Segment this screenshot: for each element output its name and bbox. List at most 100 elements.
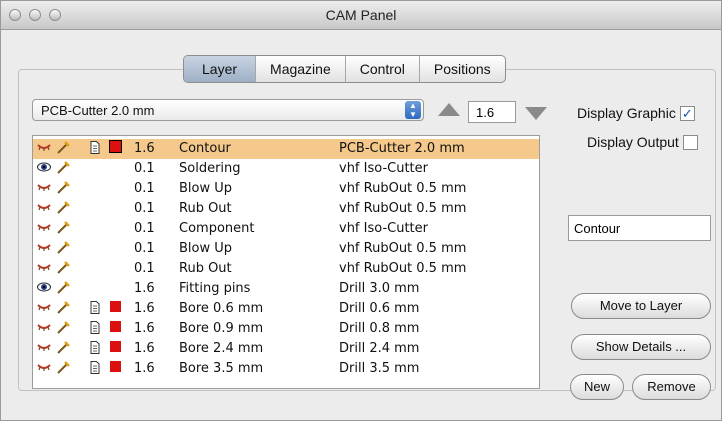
- eye-closed-icon[interactable]: [37, 301, 51, 311]
- display-output-row: Display Output: [587, 134, 698, 150]
- wand-icon[interactable]: [56, 341, 70, 354]
- machine-select[interactable]: PCB-Cutter 2.0 mm ▲ ▼: [32, 99, 424, 121]
- layer-color-swatch[interactable]: [110, 361, 121, 372]
- new-button[interactable]: New: [570, 374, 624, 400]
- layer-row[interactable]: 0.1 Blow Up vhf RubOut 0.5 mm: [33, 179, 539, 199]
- eye-closed-icon[interactable]: [37, 201, 51, 211]
- layer-name: Fitting pins: [179, 281, 251, 296]
- eye-open-icon[interactable]: [37, 281, 51, 292]
- tab-magazine[interactable]: Magazine: [256, 56, 346, 82]
- eye-closed-icon[interactable]: [37, 341, 51, 351]
- document-icon[interactable]: [90, 361, 100, 374]
- machine-select-value: PCB-Cutter 2.0 mm: [41, 103, 155, 118]
- wand-icon[interactable]: [56, 281, 70, 294]
- layer-name-field[interactable]: Contour: [568, 215, 711, 241]
- layer-depth: 0.1: [134, 161, 155, 176]
- eye-closed-icon[interactable]: [37, 261, 51, 271]
- eye-closed-icon[interactable]: [37, 141, 51, 151]
- layer-row[interactable]: 0.1 Rub Out vhf RubOut 0.5 mm: [33, 259, 539, 279]
- layer-tool: vhf RubOut 0.5 mm: [339, 201, 467, 216]
- layer-color-swatch[interactable]: [110, 301, 121, 312]
- tab-control[interactable]: Control: [346, 56, 420, 82]
- layer-row[interactable]: 0.1 Soldering vhf Iso-Cutter: [33, 159, 539, 179]
- step-up-button[interactable]: [438, 103, 460, 116]
- layer-color-swatch[interactable]: [110, 341, 121, 352]
- layer-depth: 0.1: [134, 241, 155, 256]
- layer-name: Contour: [179, 141, 231, 156]
- layer-tool: vhf Iso-Cutter: [339, 221, 428, 236]
- layer-row[interactable]: 1.6 Bore 2.4 mm Drill 2.4 mm: [33, 339, 539, 359]
- eye-open-icon[interactable]: [37, 161, 51, 172]
- show-details-button[interactable]: Show Details ...: [571, 334, 711, 360]
- document-icon[interactable]: [90, 321, 100, 334]
- display-graphic-label: Display Graphic: [577, 105, 676, 121]
- layer-row[interactable]: 1.6 Bore 3.5 mm Drill 3.5 mm: [33, 359, 539, 379]
- wand-icon[interactable]: [56, 241, 70, 254]
- layer-row[interactable]: 1.6 Contour PCB-Cutter 2.0 mm: [33, 139, 539, 159]
- document-icon[interactable]: [90, 301, 100, 314]
- document-icon[interactable]: [90, 341, 100, 354]
- layer-name: Blow Up: [179, 181, 233, 196]
- tab-positions[interactable]: Positions: [420, 56, 505, 82]
- layer-name: Rub Out: [179, 201, 232, 216]
- layer-depth: 1.6: [134, 361, 155, 376]
- display-output-label: Display Output: [587, 134, 679, 150]
- wand-icon[interactable]: [56, 181, 70, 194]
- layer-name: Soldering: [179, 161, 241, 176]
- display-graphic-checkbox[interactable]: ✓: [679, 105, 695, 121]
- eye-closed-icon[interactable]: [37, 221, 51, 231]
- layer-depth: 1.6: [134, 141, 155, 156]
- layer-name: Bore 0.6 mm: [179, 301, 264, 316]
- layer-row[interactable]: 1.6 Bore 0.9 mm Drill 0.8 mm: [33, 319, 539, 339]
- layer-name: Bore 2.4 mm: [179, 341, 264, 356]
- layer-depth: 0.1: [134, 261, 155, 276]
- eye-closed-icon[interactable]: [37, 181, 51, 191]
- step-down-button[interactable]: [525, 107, 547, 120]
- layer-depth: 1.6: [134, 341, 155, 356]
- layer-row[interactable]: 1.6 Fitting pins Drill 3.0 mm: [33, 279, 539, 299]
- layer-row[interactable]: 1.6 Bore 0.6 mm Drill 0.6 mm: [33, 299, 539, 319]
- eye-closed-icon[interactable]: [37, 241, 51, 251]
- updown-arrows-icon: ▲ ▼: [405, 101, 421, 119]
- layer-tool: Drill 3.5 mm: [339, 361, 420, 376]
- layer-name: Blow Up: [179, 241, 233, 256]
- wand-icon[interactable]: [56, 321, 70, 334]
- eye-closed-icon[interactable]: [37, 361, 51, 371]
- layer-row[interactable]: 0.1 Blow Up vhf RubOut 0.5 mm: [33, 239, 539, 259]
- layer-list[interactable]: 1.6 Contour PCB-Cutter 2.0 mm 0.1 Soldering v…: [32, 135, 540, 389]
- layer-depth: 0.1: [134, 201, 155, 216]
- wand-icon[interactable]: [56, 221, 70, 234]
- layer-row[interactable]: 0.1 Component vhf Iso-Cutter: [33, 219, 539, 239]
- tab-layer[interactable]: Layer: [184, 56, 257, 82]
- layer-name: Rub Out: [179, 261, 232, 276]
- layer-name: Bore 3.5 mm: [179, 361, 264, 376]
- layer-tool: PCB-Cutter 2.0 mm: [339, 141, 465, 156]
- layer-tool: vhf RubOut 0.5 mm: [339, 241, 467, 256]
- layer-depth: 1.6: [134, 281, 155, 296]
- layer-color-swatch[interactable]: [109, 140, 122, 153]
- layer-tool: Drill 2.4 mm: [339, 341, 420, 356]
- layer-depth: 0.1: [134, 181, 155, 196]
- eye-closed-icon[interactable]: [37, 321, 51, 331]
- wand-icon[interactable]: [56, 201, 70, 214]
- wand-icon[interactable]: [56, 361, 70, 374]
- layer-row[interactable]: 0.1 Rub Out vhf RubOut 0.5 mm: [33, 199, 539, 219]
- remove-button[interactable]: Remove: [632, 374, 711, 400]
- layer-depth: 0.1: [134, 221, 155, 236]
- display-graphic-row: Display Graphic ✓: [577, 105, 695, 121]
- display-output-checkbox[interactable]: [682, 134, 698, 150]
- document-icon[interactable]: [90, 141, 100, 154]
- layer-tool: vhf RubOut 0.5 mm: [339, 181, 467, 196]
- move-to-layer-button[interactable]: Move to Layer: [571, 293, 711, 319]
- wand-icon[interactable]: [56, 301, 70, 314]
- wand-icon[interactable]: [56, 261, 70, 274]
- step-value-field[interactable]: 1.6: [468, 101, 516, 123]
- window-title: CAM Panel: [325, 7, 397, 23]
- layer-color-swatch[interactable]: [110, 321, 121, 332]
- layer-depth: 1.6: [134, 301, 155, 316]
- layer-tool: Drill 3.0 mm: [339, 281, 420, 296]
- layer-tool: vhf RubOut 0.5 mm: [339, 261, 467, 276]
- wand-icon[interactable]: [56, 161, 70, 174]
- wand-icon[interactable]: [56, 141, 70, 154]
- layer-name: Component: [179, 221, 255, 236]
